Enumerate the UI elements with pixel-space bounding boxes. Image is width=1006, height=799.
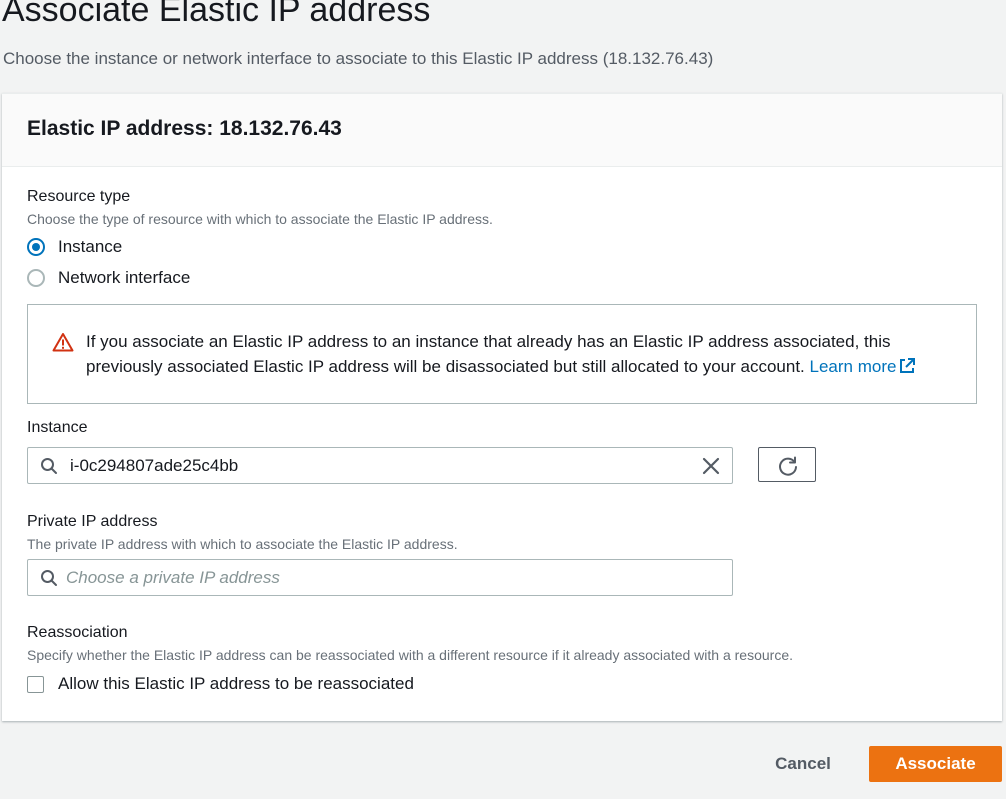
radio-instance[interactable]: Instance	[27, 237, 122, 257]
reassociation-checkbox[interactable]	[27, 675, 44, 693]
warning-alert: If you associate an Elastic IP address t…	[27, 304, 977, 404]
private-ip-label: Private IP address	[27, 513, 158, 530]
search-icon	[41, 458, 57, 474]
refresh-button[interactable]	[758, 447, 816, 482]
private-ip-search-field[interactable]	[27, 559, 733, 596]
warning-text-block: If you associate an Elastic IP address t…	[86, 329, 966, 379]
reassociation-label: Reassociation	[27, 624, 128, 641]
association-panel: Elastic IP address: 18.132.76.43 Resourc…	[2, 93, 1002, 721]
private-ip-description: The private IP address with which to ass…	[27, 536, 458, 552]
instance-label: Instance	[27, 419, 88, 436]
associate-button[interactable]: Associate	[869, 746, 1002, 782]
instance-search-field[interactable]	[27, 447, 733, 484]
radio-network-interface-label: Network interface	[58, 268, 191, 287]
warning-triangle-icon	[52, 333, 74, 352]
refresh-icon	[779, 456, 797, 476]
panel-title: Elastic IP address: 18.132.76.43	[27, 117, 342, 140]
reassociation-option[interactable]: Allow this Elastic IP address to be reas…	[27, 674, 414, 694]
panel-header: Elastic IP address: 18.132.76.43	[2, 94, 1002, 167]
radio-network-interface-control[interactable]	[27, 269, 45, 287]
cancel-button[interactable]: Cancel	[766, 748, 840, 780]
external-link-icon	[900, 358, 916, 373]
radio-instance-label: Instance	[58, 237, 123, 256]
reassociation-description: Specify whether the Elastic IP address c…	[27, 647, 793, 663]
search-icon	[41, 570, 57, 586]
resource-type-label: Resource type	[27, 188, 131, 205]
page-description: Choose the instance or network interface…	[3, 49, 714, 68]
reassociation-checkbox-label: Allow this Elastic IP address to be reas…	[58, 674, 414, 693]
learn-more-label: Learn more	[809, 357, 897, 376]
warning-message: If you associate an Elastic IP address t…	[86, 332, 891, 376]
close-icon[interactable]	[702, 457, 720, 475]
radio-network-interface[interactable]: Network interface	[27, 268, 190, 288]
resource-type-description: Choose the type of resource with which t…	[27, 211, 493, 227]
radio-instance-control[interactable]	[27, 238, 45, 256]
learn-more-link[interactable]: Learn more	[810, 357, 917, 376]
private-ip-input[interactable]	[66, 560, 676, 595]
instance-input[interactable]	[70, 448, 680, 483]
page-title: Associate Elastic IP address	[2, 0, 431, 29]
